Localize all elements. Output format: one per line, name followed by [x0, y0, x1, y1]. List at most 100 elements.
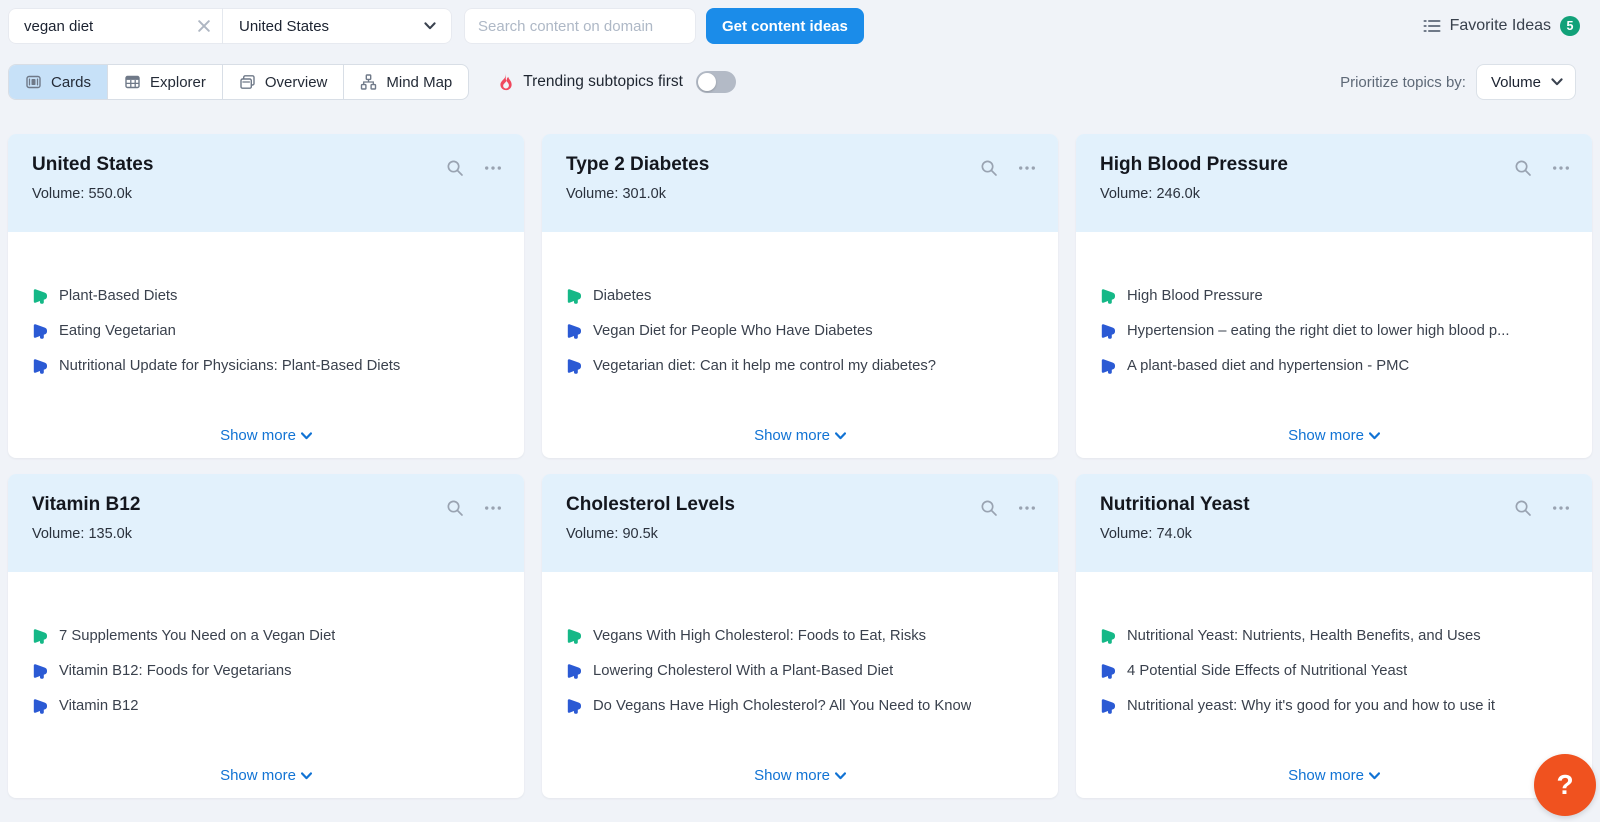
tab-mind-map[interactable]: Mind Map: [344, 65, 468, 99]
chevron-down-icon: [300, 431, 312, 440]
clear-query-icon[interactable]: [198, 20, 210, 32]
idea-item[interactable]: Diabetes: [566, 278, 1034, 313]
idea-item[interactable]: Vegetarian diet: Can it help me control …: [566, 348, 1034, 383]
idea-item[interactable]: Eating Vegetarian: [32, 313, 500, 348]
tab-overview[interactable]: Overview: [223, 65, 345, 99]
list-icon: [1423, 18, 1441, 34]
volume-value: 301.0k: [622, 185, 666, 202]
megaphone-green-icon: [566, 628, 582, 644]
more-options-icon[interactable]: [1552, 499, 1570, 517]
topic-card-header: Type 2 Diabetes Volume: 301.0k: [542, 134, 1058, 232]
topic-card-body: 7 Supplements You Need on a Vegan Diet V…: [8, 572, 524, 798]
volume-value: 90.5k: [622, 525, 658, 542]
search-topic-icon[interactable]: [980, 159, 998, 177]
favorite-ideas-label: Favorite Ideas: [1449, 17, 1551, 34]
card-header-actions: [1514, 154, 1570, 232]
show-more-link[interactable]: Show more: [754, 767, 846, 784]
show-more-label: Show more: [1288, 767, 1364, 784]
idea-item[interactable]: Vitamin B12: [32, 688, 500, 723]
megaphone-blue-icon: [566, 358, 582, 374]
idea-list: Diabetes Vegan Diet for People Who Have …: [566, 278, 1034, 383]
idea-text: Nutritional Yeast: Nutrients, Health Ben…: [1127, 627, 1481, 644]
idea-item[interactable]: Vegan Diet for People Who Have Diabetes: [566, 313, 1034, 348]
topic-card-header: High Blood Pressure Volume: 246.0k: [1076, 134, 1592, 232]
search-topic-icon[interactable]: [446, 499, 464, 517]
idea-item[interactable]: Nutritional Update for Physicians: Plant…: [32, 348, 500, 383]
topic-card: Cholesterol Levels Volume: 90.5k Vegans …: [542, 474, 1058, 798]
idea-item[interactable]: Nutritional yeast: Why it's good for you…: [1100, 688, 1568, 723]
volume-label: Volume:: [1100, 185, 1153, 202]
idea-text: 4 Potential Side Effects of Nutritional …: [1127, 662, 1408, 679]
megaphone-blue-icon: [32, 358, 48, 374]
show-more-link[interactable]: Show more: [1288, 767, 1380, 784]
more-options-icon[interactable]: [1018, 159, 1036, 177]
topic-card-body: Plant-Based Diets Eating Vegetarian Nutr…: [8, 232, 524, 458]
megaphone-green-icon: [566, 288, 582, 304]
topic-title: Vitamin B12: [32, 494, 141, 515]
domain-search-input[interactable]: [464, 8, 696, 44]
flame-icon: [497, 73, 514, 91]
topic-volume: Volume: 135.0k: [32, 526, 140, 542]
tab-cards[interactable]: Cards: [9, 65, 109, 99]
idea-item[interactable]: Vitamin B12: Foods for Vegetarians: [32, 653, 500, 688]
show-more-link[interactable]: Show more: [754, 427, 846, 444]
topic-card-body: Nutritional Yeast: Nutrients, Health Ben…: [1076, 572, 1592, 798]
region-select[interactable]: United States: [223, 18, 452, 35]
megaphone-blue-icon: [566, 323, 582, 339]
megaphone-green-icon: [1100, 288, 1116, 304]
prioritize-select[interactable]: Volume: [1475, 64, 1576, 100]
topic-card: Vitamin B12 Volume: 135.0k 7 Supplements…: [8, 474, 524, 798]
idea-item[interactable]: Nutritional Yeast: Nutrients, Health Ben…: [1100, 618, 1568, 653]
toggle-knob: [697, 73, 716, 91]
search-topic-icon[interactable]: [980, 499, 998, 517]
idea-item[interactable]: A plant-based diet and hypertension - PM…: [1100, 348, 1568, 383]
chevron-down-icon: [834, 431, 846, 440]
topic-card-header: United States Volume: 550.0k: [8, 134, 524, 232]
show-more-link[interactable]: Show more: [220, 427, 312, 444]
more-options-icon[interactable]: [484, 499, 502, 517]
idea-item[interactable]: Lowering Cholesterol With a Plant-Based …: [566, 653, 1034, 688]
idea-item[interactable]: Hypertension – eating the right diet to …: [1100, 313, 1568, 348]
megaphone-green-icon: [32, 288, 48, 304]
help-button[interactable]: ?: [1534, 754, 1596, 816]
tab-explorer[interactable]: Explorer: [108, 65, 223, 99]
idea-list: Plant-Based Diets Eating Vegetarian Nutr…: [32, 278, 500, 383]
search-topic-icon[interactable]: [1514, 159, 1532, 177]
idea-item[interactable]: High Blood Pressure: [1100, 278, 1568, 313]
show-more-link[interactable]: Show more: [220, 767, 312, 784]
prioritize-label: Prioritize topics by:: [1340, 73, 1466, 91]
more-options-icon[interactable]: [1018, 499, 1036, 517]
topic-search-input[interactable]: [24, 17, 198, 35]
idea-text: High Blood Pressure: [1127, 287, 1263, 304]
favorite-ideas-button[interactable]: Favorite Ideas 5: [1423, 16, 1580, 36]
show-more-label: Show more: [220, 767, 296, 784]
idea-item[interactable]: Plant-Based Diets: [32, 278, 500, 313]
trending-toggle-switch[interactable]: [695, 71, 736, 93]
topic-title: Nutritional Yeast: [1100, 494, 1250, 515]
volume-label: Volume:: [32, 525, 85, 542]
idea-item[interactable]: 4 Potential Side Effects of Nutritional …: [1100, 653, 1568, 688]
search-topic-icon[interactable]: [446, 159, 464, 177]
idea-text: Vitamin B12: Foods for Vegetarians: [59, 662, 292, 679]
topic-card-header: Cholesterol Levels Volume: 90.5k: [542, 474, 1058, 572]
tab-overview-label: Overview: [264, 73, 328, 91]
idea-text: Vitamin B12: [59, 697, 139, 714]
mind-map-view-icon: [360, 74, 377, 90]
show-more-link[interactable]: Show more: [1288, 427, 1380, 444]
idea-item[interactable]: 7 Supplements You Need on a Vegan Diet: [32, 618, 500, 653]
show-more-label: Show more: [754, 427, 830, 444]
topic-volume: Volume: 550.0k: [32, 186, 153, 202]
search-topic-icon[interactable]: [1514, 499, 1532, 517]
idea-item[interactable]: Do Vegans Have High Cholesterol? All You…: [566, 688, 1034, 723]
show-more-label: Show more: [754, 767, 830, 784]
chevron-down-icon: [1551, 78, 1563, 86]
get-content-ideas-button[interactable]: Get content ideas: [706, 8, 864, 44]
more-options-icon[interactable]: [484, 159, 502, 177]
topic-card-header: Nutritional Yeast Volume: 74.0k: [1076, 474, 1592, 572]
idea-item[interactable]: Vegans With High Cholesterol: Foods to E…: [566, 618, 1034, 653]
top-bar: United States Get content ideas Favorite…: [8, 8, 1580, 44]
tab-explorer-label: Explorer: [150, 73, 206, 91]
prioritize-control: Prioritize topics by: Volume: [1340, 64, 1576, 100]
more-options-icon[interactable]: [1552, 159, 1570, 177]
idea-list: 7 Supplements You Need on a Vegan Diet V…: [32, 618, 500, 723]
